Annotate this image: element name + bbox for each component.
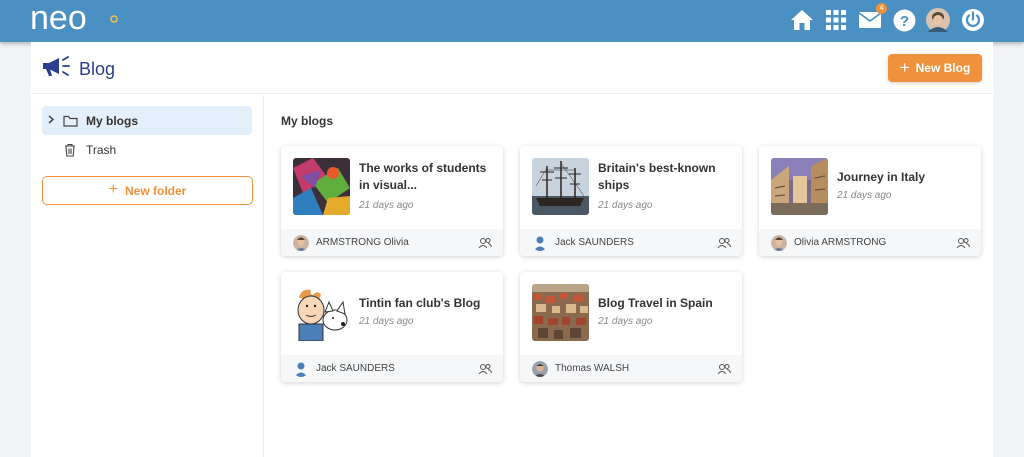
mail-badge: 4 bbox=[876, 3, 887, 14]
neo-logo[interactable]: neo bbox=[30, 2, 120, 36]
sidebar-item-label: My blogs bbox=[86, 113, 139, 128]
power-icon[interactable] bbox=[960, 7, 986, 33]
trash-icon bbox=[60, 143, 80, 157]
author-name: Jack SAUNDERS bbox=[316, 363, 395, 374]
author-name: Thomas WALSH bbox=[555, 363, 630, 374]
megaphone-icon bbox=[43, 56, 70, 76]
help-icon[interactable]: ? bbox=[891, 7, 917, 33]
shared-users-icon bbox=[478, 236, 492, 254]
section-title: My blogs bbox=[281, 114, 334, 128]
default-user-icon bbox=[532, 235, 548, 251]
blog-card[interactable]: Tintin fan club's Blog 21 days ago Jack … bbox=[281, 272, 503, 382]
shared-users-icon bbox=[956, 236, 970, 254]
top-navigation-bar: neo 4 ? bbox=[0, 0, 1024, 42]
author-name: Olivia ARMSTRONG bbox=[794, 237, 887, 248]
author-name: Jack SAUNDERS bbox=[555, 237, 634, 248]
default-user-icon bbox=[293, 361, 309, 377]
sidebar-item-label: Trash bbox=[86, 142, 117, 157]
blog-date: 21 days ago bbox=[598, 316, 653, 327]
home-icon[interactable] bbox=[789, 7, 815, 33]
blog-card[interactable]: The works of students in visual... 21 da… bbox=[281, 146, 503, 256]
blog-card[interactable]: Blog Travel in Spain 21 days ago Thomas … bbox=[520, 272, 742, 382]
new-blog-button[interactable]: + New Blog bbox=[888, 54, 982, 82]
new-folder-button[interactable]: + New folder bbox=[42, 176, 253, 205]
svg-text:?: ? bbox=[899, 13, 908, 30]
user-avatar[interactable] bbox=[925, 7, 951, 33]
blog-thumbnail bbox=[293, 284, 350, 341]
author-avatar bbox=[532, 360, 548, 377]
author-avatar bbox=[293, 234, 309, 251]
blog-title: Blog Travel in Spain bbox=[598, 296, 713, 310]
blog-title: Britain's best-known ships bbox=[598, 161, 716, 192]
blog-title: Tintin fan club's Blog bbox=[359, 296, 481, 310]
blog-date: 21 days ago bbox=[837, 190, 892, 201]
plus-icon: + bbox=[899, 57, 910, 77]
folder-icon bbox=[60, 115, 80, 127]
shared-users-icon bbox=[478, 362, 492, 380]
card-footer: Jack SAUNDERS bbox=[281, 355, 503, 382]
main-panel: Blog + New Blog My blogs Trash + New fol… bbox=[31, 42, 993, 457]
svg-text:neo: neo bbox=[30, 2, 87, 36]
author-avatar bbox=[771, 234, 787, 251]
page-header: Blog + New Blog bbox=[31, 42, 993, 94]
blog-title: Journey in Italy bbox=[837, 170, 926, 184]
blog-date: 21 days ago bbox=[598, 200, 653, 211]
sidebar-item-trash[interactable]: Trash bbox=[42, 135, 252, 164]
blog-thumbnail bbox=[532, 284, 589, 341]
page-title: Blog bbox=[79, 59, 116, 79]
chevron-right-icon[interactable] bbox=[42, 114, 60, 127]
plus-icon: + bbox=[108, 180, 118, 198]
new-blog-label: New Blog bbox=[915, 61, 971, 75]
sidebar-item-my-blogs[interactable]: My blogs bbox=[42, 106, 252, 135]
blog-thumbnail bbox=[532, 158, 589, 215]
author-name: ARMSTRONG Olivia bbox=[316, 237, 409, 248]
mail-icon[interactable]: 4 bbox=[857, 3, 887, 33]
card-footer: Olivia ARMSTRONG bbox=[759, 229, 981, 256]
apps-grid-icon[interactable] bbox=[823, 7, 849, 33]
blog-card[interactable]: Britain's best-known ships 21 days ago J… bbox=[520, 146, 742, 256]
blog-date: 21 days ago bbox=[359, 316, 414, 327]
new-folder-label: New folder bbox=[125, 183, 187, 198]
shared-users-icon bbox=[717, 362, 731, 380]
shared-users-icon bbox=[717, 236, 731, 254]
card-footer: Thomas WALSH bbox=[520, 355, 742, 382]
blog-date: 21 days ago bbox=[359, 200, 414, 211]
card-footer: Jack SAUNDERS bbox=[520, 229, 742, 256]
blog-thumbnail bbox=[771, 158, 828, 215]
blog-card[interactable]: Journey in Italy 21 days ago Olivia ARMS… bbox=[759, 146, 981, 256]
blog-thumbnail bbox=[293, 158, 350, 215]
card-footer: ARMSTRONG Olivia bbox=[281, 229, 503, 256]
folder-sidebar: My blogs Trash + New folder bbox=[31, 95, 264, 457]
blog-title: The works of students in visual... bbox=[359, 161, 487, 192]
